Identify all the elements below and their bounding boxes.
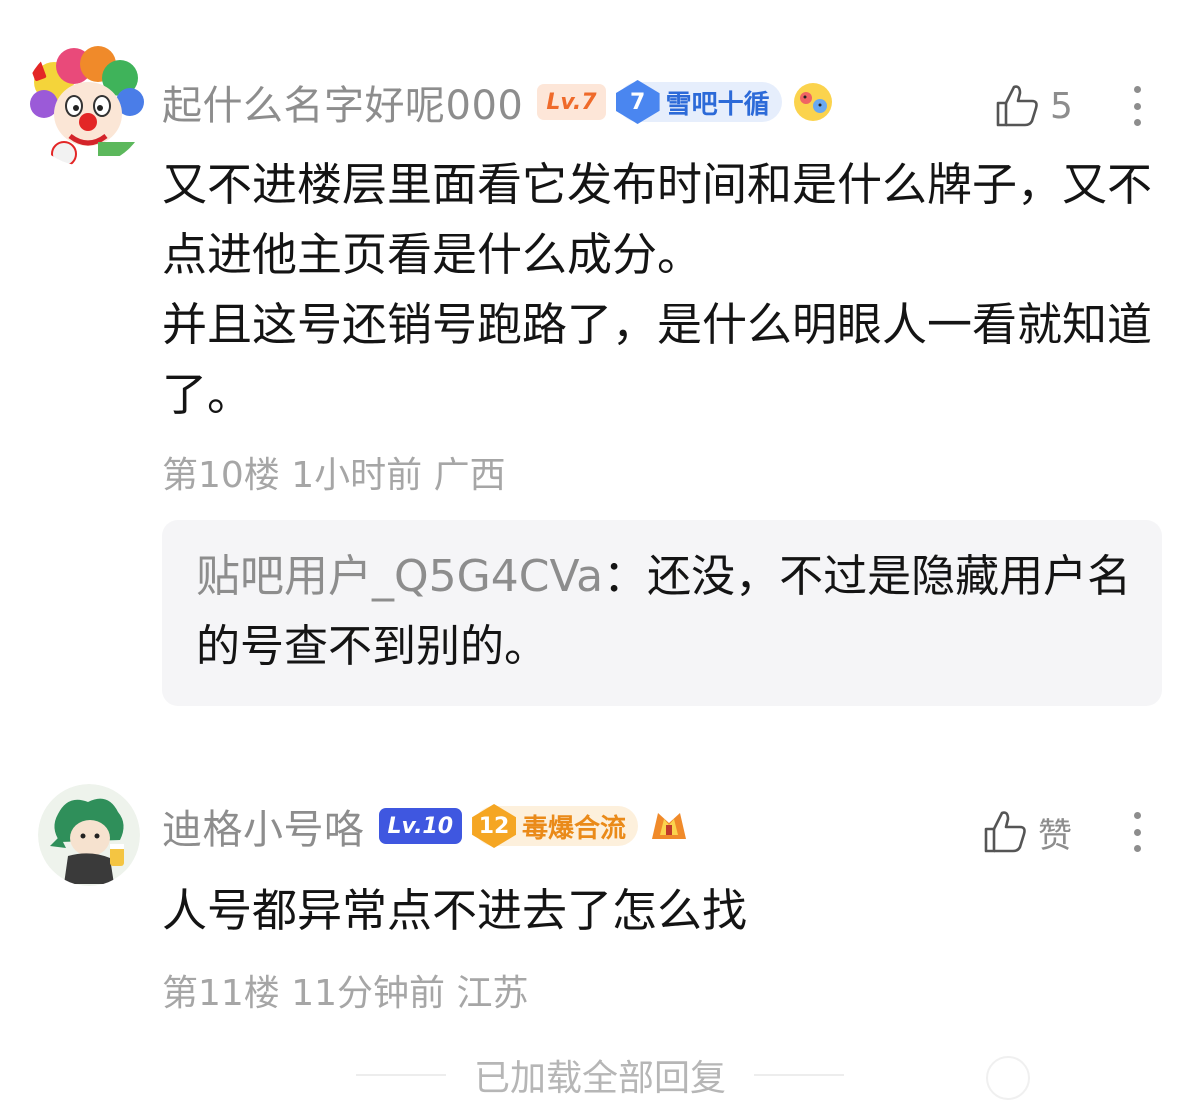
reply-text-block: 贴吧用户_Q5G4CVa：还没，不过是隐藏用户名的号查不到别的。 (196, 542, 1136, 682)
more-options-icon[interactable] (1132, 86, 1142, 126)
fan-badge-name: 毒爆合流 (522, 813, 627, 844)
anime-character-avatar-icon (38, 784, 140, 886)
comment-paragraph: 并且这号还销号跑路了，是什么明眼人一看就知道了。 (162, 298, 1153, 421)
fan-badge[interactable]: 7 雪吧十循 (615, 80, 782, 124)
comment-list: 起什么名字好呢000 Lv.7 7 雪吧十循 5 又不进楼层里面看它发布时间和是… (0, 0, 1200, 1113)
clown-avatar-icon (24, 42, 148, 166)
username[interactable]: 迪格小号咯 (162, 797, 365, 855)
username[interactable]: 起什么名字好呢000 (162, 73, 523, 131)
thumbs-up-icon (996, 85, 1038, 127)
fan-level-icon: 12 (472, 804, 517, 848)
comment-header: 迪格小号咯 Lv.10 12 毒爆合流 (162, 796, 690, 856)
divider (754, 1074, 844, 1076)
avatar[interactable] (38, 784, 140, 886)
reply-preview[interactable]: 贴吧用户_Q5G4CVa：还没，不过是隐藏用户名的号查不到别的。 (162, 520, 1162, 706)
level-badge: Lv.7 (537, 84, 606, 120)
fan-badge[interactable]: 12 毒爆合流 (472, 804, 639, 848)
reply-separator: ： (603, 551, 648, 602)
comment-body: 又不进楼层里面看它发布时间和是什么牌子，又不点进他主页看是什么成分。 并且这号还… (162, 150, 1172, 430)
fan-badge-name: 雪吧十循 (665, 89, 770, 120)
comment-body: 人号都异常点不进去了怎么找 (162, 876, 1172, 946)
avatar[interactable] (24, 42, 148, 166)
watermark-icon (986, 1056, 1030, 1100)
like-label: 赞 (1038, 815, 1072, 856)
like-button[interactable]: 赞 (980, 802, 1072, 862)
loaded-all-text: 已加载全部回复 (473, 1058, 726, 1099)
like-count: 5 (1050, 85, 1073, 127)
comment-meta: 第11楼 11分钟前 江苏 (162, 973, 529, 1014)
level-badge: Lv.10 (378, 808, 463, 844)
emoji-badge-icon (792, 81, 834, 123)
medal-badge-icon (648, 805, 690, 847)
comment-header: 起什么名字好呢000 Lv.7 7 雪吧十循 (162, 72, 834, 132)
divider (355, 1074, 446, 1076)
thumbs-up-icon (984, 811, 1026, 853)
fan-level-icon: 7 (615, 80, 660, 124)
comment-meta: 第10楼 1小时前 广西 (162, 455, 506, 496)
like-button[interactable]: 5 (992, 76, 1073, 136)
comment-paragraph: 又不进楼层里面看它发布时间和是什么牌子，又不点进他主页看是什么成分。 (162, 158, 1153, 281)
comment-paragraph: 人号都异常点不进去了怎么找 (162, 884, 748, 937)
reply-author[interactable]: 贴吧用户_Q5G4CVa (196, 551, 603, 602)
more-options-icon[interactable] (1132, 812, 1142, 852)
